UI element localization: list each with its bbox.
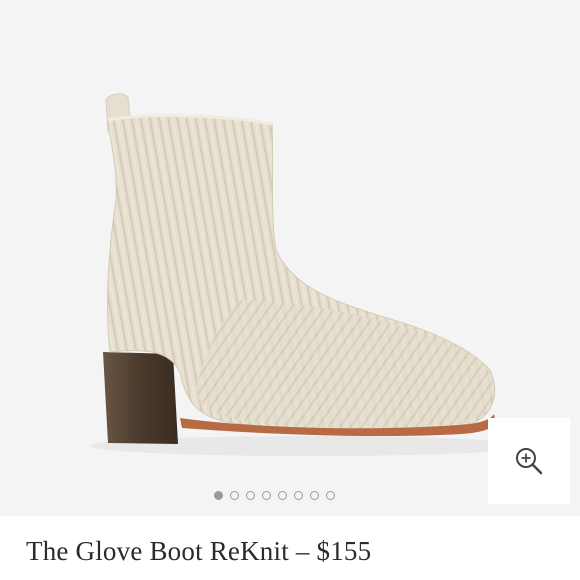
product-title: The Glove Boot ReKnit – $155 [26, 536, 372, 566]
gallery-dot[interactable] [214, 490, 223, 500]
gallery-dot[interactable] [278, 490, 287, 500]
product-screen: The Glove Boot ReKnit – $155 [0, 0, 580, 580]
zoom-button[interactable] [488, 418, 570, 504]
product-image-gallery[interactable] [0, 0, 580, 516]
gallery-dot[interactable] [294, 490, 303, 500]
gallery-dot[interactable] [326, 490, 335, 500]
gallery-dot[interactable] [230, 490, 239, 500]
gallery-dot[interactable] [310, 490, 319, 500]
gallery-pagination [214, 488, 335, 502]
gallery-dot[interactable] [262, 490, 271, 500]
boot-heel [103, 352, 178, 444]
gallery-dot[interactable] [246, 490, 255, 500]
zoom-in-icon [516, 448, 543, 475]
